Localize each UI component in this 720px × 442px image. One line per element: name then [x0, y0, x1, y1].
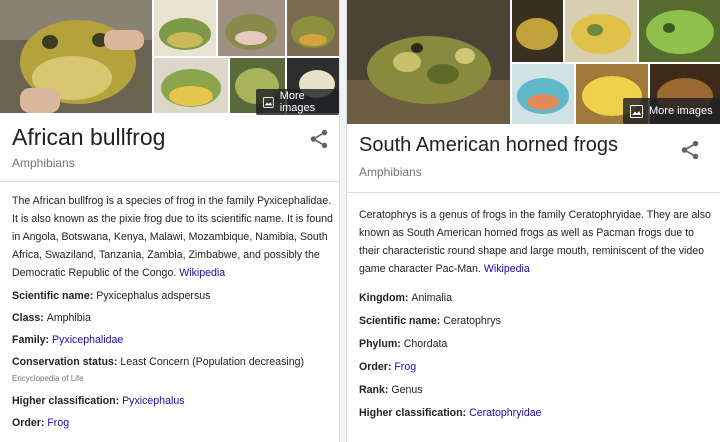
- fact-value: Animalia: [411, 292, 453, 304]
- fact-row: Order: Frog: [12, 416, 331, 430]
- share-icon[interactable]: [308, 128, 330, 150]
- divider: [0, 181, 339, 182]
- fact-label: Class:: [12, 312, 47, 324]
- entity-description: Ceratophrys is a genus of frogs in the f…: [359, 206, 711, 278]
- fact-label: Rank:: [359, 384, 392, 396]
- fact-row: Scientific name: Ceratophrys: [359, 314, 712, 328]
- fact-value-link[interactable]: Ceratophryidae: [469, 407, 541, 419]
- fact-row: Order: Frog: [359, 360, 712, 374]
- frog-photo-4[interactable]: [287, 0, 339, 56]
- fact-value-link[interactable]: Frog: [394, 361, 416, 373]
- frog-photo-3[interactable]: [565, 0, 637, 62]
- wikipedia-link[interactable]: Wikipedia: [179, 267, 225, 279]
- more-images-label: More images: [649, 105, 713, 117]
- fact-value-link[interactable]: Pyxicephalidae: [52, 334, 123, 346]
- frog-photo-5[interactable]: [512, 64, 574, 124]
- facts-list: Kingdom: Animalia Scientific name: Cerato…: [359, 291, 712, 420]
- divider: [347, 192, 720, 193]
- frog-photo-2[interactable]: [512, 0, 563, 62]
- frog-photo-3[interactable]: [218, 0, 285, 56]
- fact-value: Genus: [391, 384, 423, 396]
- entity-title: South American horned frogs: [359, 134, 619, 156]
- fact-source[interactable]: Encyclopedia of Life: [12, 372, 331, 386]
- fact-label: Higher classification:: [359, 407, 470, 419]
- fact-row: Phylum: Chordata: [359, 337, 712, 351]
- fact-label: Order:: [359, 361, 395, 373]
- main-frog-photo[interactable]: [0, 0, 152, 113]
- description-text: The African bullfrog is a species of fro…: [12, 195, 333, 279]
- fact-row: Higher classification: Pyxicephalus: [12, 394, 331, 408]
- frog-photo-4[interactable]: [639, 0, 720, 62]
- entity-subtitle: Amphibians: [12, 156, 75, 170]
- fact-value: Pyxicephalus adspersus: [96, 290, 211, 302]
- main-frog-photo[interactable]: [347, 0, 510, 124]
- fact-row: Higher classification: Ceratophryidae: [359, 406, 712, 420]
- fact-row: Family: Pyxicephalidae: [12, 333, 331, 347]
- fact-label: Conservation status:: [12, 356, 121, 368]
- fact-row: Class: Amphibia: [12, 311, 331, 325]
- more-images-button[interactable]: More images: [623, 98, 720, 124]
- entity-title: African bullfrog: [12, 124, 166, 150]
- facts-list: Scientific name: Pyxicephalus adspersus C…: [12, 289, 331, 430]
- description-text: Ceratophrys is a genus of frogs in the f…: [359, 209, 711, 275]
- fact-row: Conservation status: Least Concern (Popu…: [12, 355, 331, 386]
- fact-label: Family:: [12, 334, 53, 346]
- knowledge-panel-african-bullfrog: More images African bullfrog Amphibians …: [0, 0, 340, 442]
- fact-row: Rank: Genus: [359, 383, 712, 397]
- fact-value-link[interactable]: Frog: [47, 417, 69, 429]
- fact-row: Scientific name: Pyxicephalus adspersus: [12, 289, 331, 303]
- fact-value: Amphibia: [46, 312, 91, 324]
- fact-value: Chordata: [403, 338, 448, 350]
- more-images-button[interactable]: More images: [256, 89, 339, 115]
- image-icon: [263, 96, 274, 108]
- share-icon[interactable]: [679, 139, 701, 161]
- fact-value: Least Concern (Population decreasing): [120, 356, 305, 368]
- fact-label: Order:: [12, 417, 48, 429]
- image-icon: [630, 104, 643, 118]
- entity-subtitle: Amphibians: [359, 165, 422, 179]
- wikipedia-link[interactable]: Wikipedia: [484, 263, 530, 275]
- fact-label: Scientific name:: [12, 290, 97, 302]
- fact-label: Scientific name:: [359, 315, 444, 327]
- more-images-label: More images: [279, 90, 316, 114]
- fact-value-link[interactable]: Pyxicephalus: [122, 395, 184, 407]
- knowledge-panel-horned-frogs: More images South American horned frogs …: [346, 0, 720, 442]
- fact-row: Kingdom: Animalia: [359, 291, 712, 305]
- fact-label: Phylum:: [359, 338, 404, 350]
- fact-value: Ceratophrys: [443, 315, 501, 327]
- fact-label: Kingdom:: [359, 292, 412, 304]
- fact-label: Higher classification:: [12, 395, 123, 407]
- frog-photo-5[interactable]: [154, 58, 228, 113]
- entity-description: The African bullfrog is a species of fro…: [12, 192, 334, 282]
- frog-photo-2[interactable]: [154, 0, 216, 56]
